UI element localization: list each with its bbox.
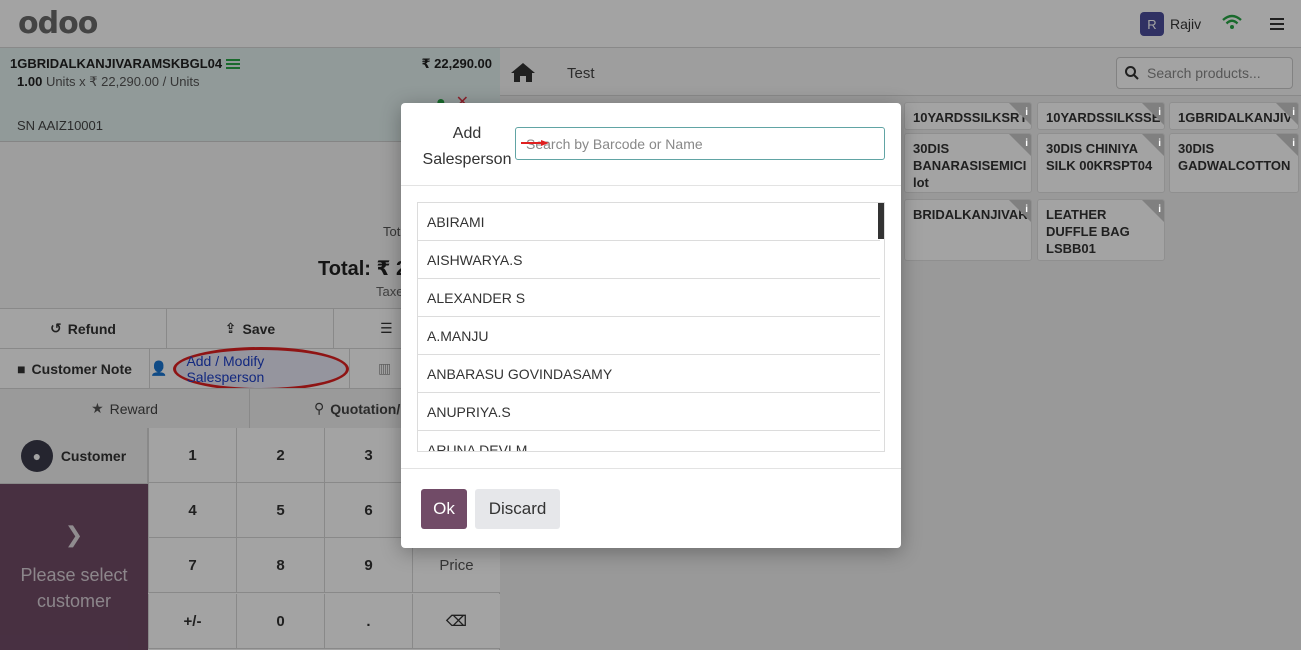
dialog-title: Add Salesperson <box>422 125 512 168</box>
list-item[interactable]: ANBARASU GOVINDASAMY <box>418 355 880 393</box>
discard-button[interactable]: Discard <box>475 489 560 529</box>
info-icon[interactable]: i <box>1292 135 1295 152</box>
scrollbar[interactable] <box>878 203 884 239</box>
info-icon[interactable]: i <box>1025 104 1028 121</box>
info-icon[interactable]: i <box>1158 201 1161 218</box>
list-item[interactable]: ARUNA DEVI M <box>418 431 880 452</box>
list-item[interactable]: AISHWARYA.S <box>418 241 880 279</box>
info-icon[interactable]: i <box>1025 201 1028 218</box>
info-icon[interactable]: i <box>1158 104 1161 121</box>
list-item[interactable]: A.MANJU <box>418 317 880 355</box>
salesperson-search-input[interactable]: Search by Barcode or Name <box>515 127 885 160</box>
salesperson-dialog: Add Salesperson Search by Barcode or Nam… <box>401 103 901 548</box>
list-item[interactable]: ALEXANDER S <box>418 279 880 317</box>
red-arrow-annotation-icon <box>521 140 549 146</box>
list-item[interactable]: ANUPRIYA.S <box>418 393 880 431</box>
ok-button[interactable]: Ok <box>421 489 467 529</box>
info-icon[interactable]: i <box>1292 104 1295 121</box>
list-item[interactable]: ABIRAMI <box>418 203 880 241</box>
info-icon[interactable]: i <box>1025 135 1028 152</box>
info-icon[interactable]: i <box>1158 135 1161 152</box>
salesperson-list[interactable]: ABIRAMI AISHWARYA.S ALEXANDER S A.MANJU … <box>417 202 885 452</box>
